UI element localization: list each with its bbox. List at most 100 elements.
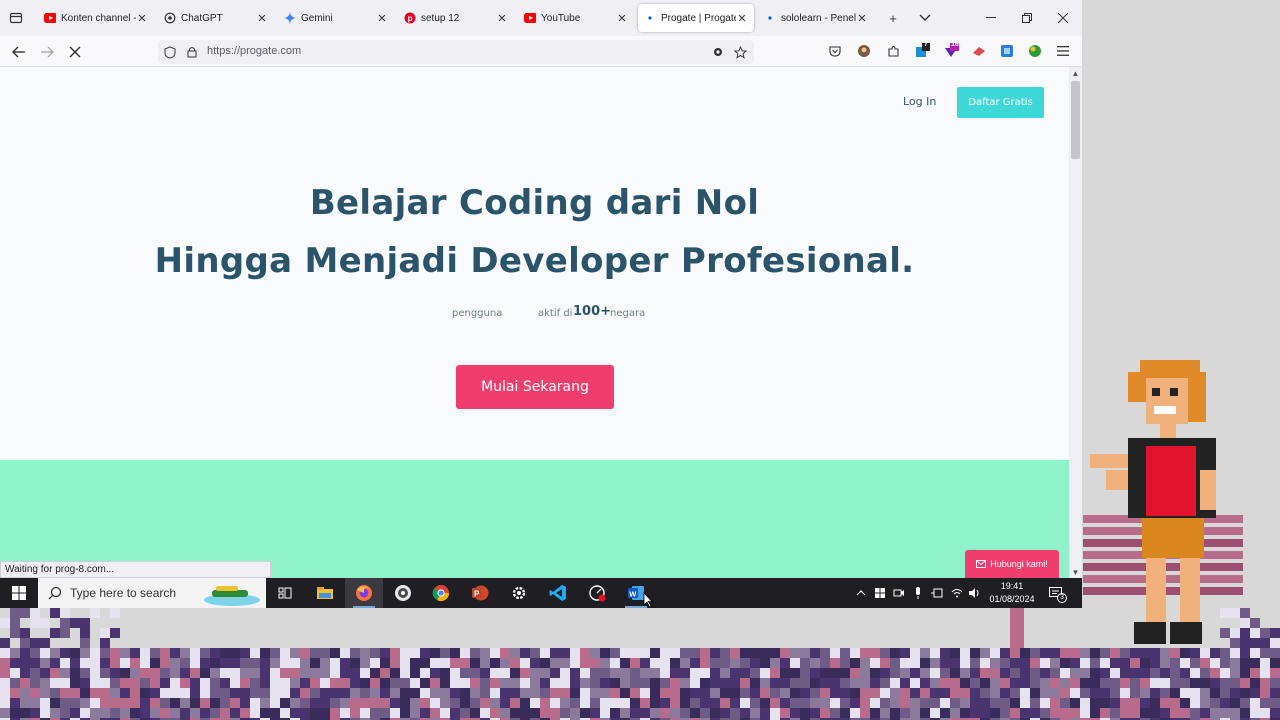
blue-square-extension-icon[interactable] (998, 42, 1016, 60)
extension-badge-icon-2[interactable]: 16 (942, 41, 960, 60)
browser-window: Konten channel - ✕ ChatGPT ✕ Gemini ✕ p setup 1… (0, 0, 1082, 578)
system-clock[interactable]: 19:41 01/08/2024 (982, 580, 1042, 606)
browser-tab-4[interactable]: p setup 12 ✕ (398, 4, 514, 32)
forward-arrow-icon[interactable] (36, 41, 58, 63)
signup-button[interactable]: Daftar Gratis (957, 87, 1044, 118)
back-arrow-icon[interactable] (8, 41, 30, 63)
svg-text:P: P (474, 590, 480, 599)
extension-badge-icon-1[interactable]: 7 (913, 41, 931, 60)
settings-gear-icon[interactable] (500, 578, 538, 608)
close-tab-icon[interactable]: ✕ (136, 12, 148, 25)
battery-plug-icon[interactable] (930, 586, 944, 600)
tab-title: Gemini (301, 12, 333, 24)
tab-title: Progate | Progate (661, 12, 736, 24)
vscode-icon[interactable] (539, 578, 577, 608)
meet-now-icon[interactable] (892, 586, 906, 600)
active-indicator (353, 606, 375, 608)
clock-time: 19:41 (1000, 581, 1024, 591)
eraser-extension-icon[interactable] (970, 42, 988, 60)
close-tab-icon[interactable]: ✕ (376, 12, 388, 25)
taskbar-search-box[interactable]: Type here to search (38, 578, 266, 608)
tab-list-icon[interactable] (6, 8, 26, 28)
pinterest-icon: p (404, 12, 416, 24)
mouse-cursor-icon (643, 592, 653, 608)
powerpoint-icon[interactable]: P (461, 578, 499, 608)
svg-text:p: p (408, 14, 413, 23)
address-bar[interactable]: https://progate.com (158, 40, 754, 64)
stop-loading-icon[interactable] (64, 41, 86, 63)
browser-tab-2[interactable]: ChatGPT ✕ (158, 4, 274, 32)
browser-tab-7[interactable]: sololearn - Penelu ✕ (758, 4, 874, 32)
stat-countries-suffix: negara (610, 308, 646, 319)
hero-title-line-2: Hingga Menjadi Developer Profesional. (154, 241, 915, 281)
loading-dot-icon (644, 12, 656, 24)
file-explorer-icon[interactable] (306, 578, 344, 608)
contact-us-label: Hubungi kami! (990, 559, 1048, 569)
tab-title: YouTube (541, 12, 581, 24)
notification-count: 3 (1057, 593, 1067, 603)
close-window-icon[interactable] (1044, 0, 1082, 36)
chrome-icon[interactable] (422, 578, 460, 608)
tab-bar: Konten channel - ✕ ChatGPT ✕ Gemini ✕ p setup 1… (0, 0, 1082, 36)
tab-title: ChatGPT (181, 12, 223, 24)
chatgpt-icon (164, 12, 176, 24)
close-tab-icon[interactable]: ✕ (616, 12, 628, 25)
close-tab-icon[interactable]: ✕ (496, 12, 508, 25)
close-tab-icon[interactable]: ✕ (736, 12, 748, 25)
start-now-button[interactable]: Mulai Sekarang (456, 365, 614, 409)
restore-icon[interactable] (1008, 0, 1046, 36)
screen-recorder-icon[interactable] (578, 578, 616, 608)
page-scrollbar[interactable]: ▲ ▼ (1069, 67, 1082, 578)
youtube-icon (524, 12, 536, 24)
stat-users-label: pengguna (452, 308, 503, 319)
wifi-icon[interactable] (950, 586, 964, 600)
new-tab-button[interactable]: + (883, 8, 903, 28)
loading-dot-icon (764, 12, 776, 24)
tab-title: Konten channel - (61, 12, 136, 24)
search-placeholder: Type here to search (70, 586, 177, 600)
windows-start-icon[interactable] (0, 578, 38, 608)
tray-overflow-chevron-icon[interactable] (854, 586, 868, 600)
reader-extension-icon[interactable] (710, 44, 726, 60)
progate-page: Log In Daftar Gratis Belajar Coding dari… (0, 67, 1069, 578)
browser-tab-3[interactable]: Gemini ✕ (278, 4, 394, 32)
clock-date: 01/08/2024 (989, 594, 1035, 604)
menu-hamburger-icon[interactable] (1054, 42, 1072, 60)
profile-avatar-icon[interactable] (855, 42, 873, 60)
loading-status-tooltip: Waiting for prog-8.com... (0, 561, 271, 578)
microphone-icon[interactable] (911, 586, 925, 600)
login-link[interactable]: Log In (903, 95, 936, 108)
windows-taskbar: Type here to search P W 19:41 01/08/2024… (0, 578, 1082, 608)
extensions-puzzle-icon[interactable] (884, 42, 902, 60)
tab-title: sololearn - Penelu (781, 12, 856, 24)
mail-icon (976, 560, 987, 568)
notification-center-icon[interactable]: 3 (1048, 585, 1067, 603)
close-tab-icon[interactable]: ✕ (856, 12, 868, 25)
search-highlight-illustration-icon (204, 586, 260, 606)
onedrive-icon[interactable] (873, 586, 887, 600)
contact-us-button[interactable]: Hubungi kami! (965, 550, 1059, 578)
game-app-icon[interactable] (384, 578, 422, 608)
tracking-shield-icon[interactable] (162, 44, 178, 60)
bookmark-star-icon[interactable] (732, 44, 748, 60)
svg-text:W: W (629, 589, 637, 598)
scroll-up-icon[interactable]: ▲ (1069, 67, 1082, 79)
volume-icon[interactable] (967, 586, 981, 600)
browser-tab-6[interactable]: Progate | Progate ✕ (638, 4, 754, 32)
pocket-icon[interactable] (826, 42, 844, 60)
browser-tab-5[interactable]: YouTube ✕ (518, 4, 634, 32)
scroll-down-icon[interactable]: ▼ (1069, 566, 1082, 578)
close-tab-icon[interactable]: ✕ (256, 12, 268, 25)
browser-tab-1[interactable]: Konten channel - ✕ (38, 4, 154, 32)
tab-title: setup 12 (421, 12, 460, 24)
scroll-thumb[interactable] (1071, 81, 1080, 159)
lock-icon[interactable] (184, 44, 200, 60)
firefox-taskbar-icon[interactable] (345, 578, 383, 608)
globe-extension-icon[interactable] (1026, 42, 1044, 60)
youtube-icon (44, 12, 56, 24)
minimize-icon[interactable] (972, 0, 1010, 36)
task-view-icon[interactable] (266, 578, 304, 608)
list-all-tabs-icon[interactable] (915, 8, 935, 28)
hero-title-line-1: Belajar Coding dari Nol (309, 183, 760, 223)
navigation-toolbar: https://progate.com 7 16 (0, 36, 1082, 67)
